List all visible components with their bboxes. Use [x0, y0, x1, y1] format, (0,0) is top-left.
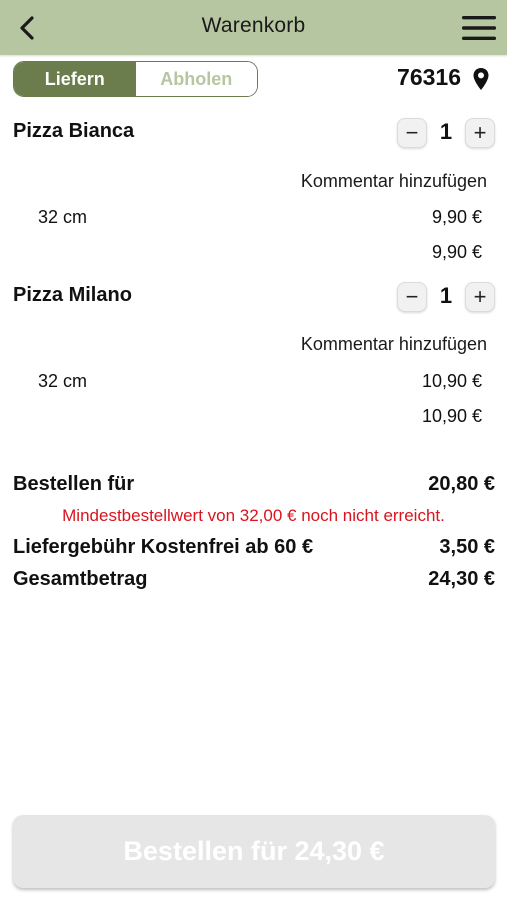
quantity-value: 1 — [439, 119, 453, 144]
quantity-stepper: − 1 + — [397, 117, 495, 149]
item-line-total: 10,90 € — [421, 406, 482, 426]
page-title: Warenkorb — [201, 14, 306, 37]
quantity-stepper: − 1 + — [397, 281, 495, 313]
add-comment-link[interactable]: Kommentar hinzufügen — [301, 171, 487, 192]
delivery-fee-label: Liefergebühr Kostenfrei ab 60 € — [13, 536, 314, 558]
item-line-total: 9,90 € — [431, 242, 482, 262]
size-price: 9,90 € — [431, 207, 482, 227]
cart-item-name: Pizza Milano — [13, 284, 132, 306]
map-pin-icon[interactable] — [472, 67, 490, 91]
delivery-mode-toggle: Liefern Abholen — [13, 61, 258, 97]
decrease-quantity-button[interactable]: − — [397, 282, 427, 312]
tab-abholen[interactable]: Abholen — [135, 62, 257, 96]
cart-item-name: Pizza Bianca — [13, 120, 135, 142]
minimum-order-warning: Mindestbestellwert von 32,00 € noch nich… — [62, 506, 445, 525]
quantity-value: 1 — [439, 283, 453, 308]
tab-liefern[interactable]: Liefern — [14, 62, 136, 96]
increase-quantity-button[interactable]: + — [465, 282, 495, 312]
top-app-bar: Warenkorb — [0, 0, 507, 55]
item-size: 32 cm — [38, 371, 88, 391]
place-order-button[interactable]: Bestellen für 24,30 € — [13, 815, 495, 888]
postal-code[interactable]: 76316 — [397, 64, 461, 91]
increase-quantity-button[interactable]: + — [465, 118, 495, 148]
order-for-label: Bestellen für — [13, 473, 135, 495]
add-comment-link[interactable]: Kommentar hinzufügen — [301, 334, 487, 355]
size-price: 10,90 € — [421, 371, 482, 391]
total-value: 24,30 € — [428, 568, 495, 590]
item-size: 32 cm — [38, 207, 88, 227]
order-for-value: 20,80 € — [428, 473, 495, 495]
total-label: Gesamtbetrag — [13, 568, 148, 590]
hamburger-menu-icon[interactable] — [461, 13, 497, 43]
delivery-fee-value: 3,50 € — [439, 536, 495, 558]
decrease-quantity-button[interactable]: − — [397, 118, 427, 148]
